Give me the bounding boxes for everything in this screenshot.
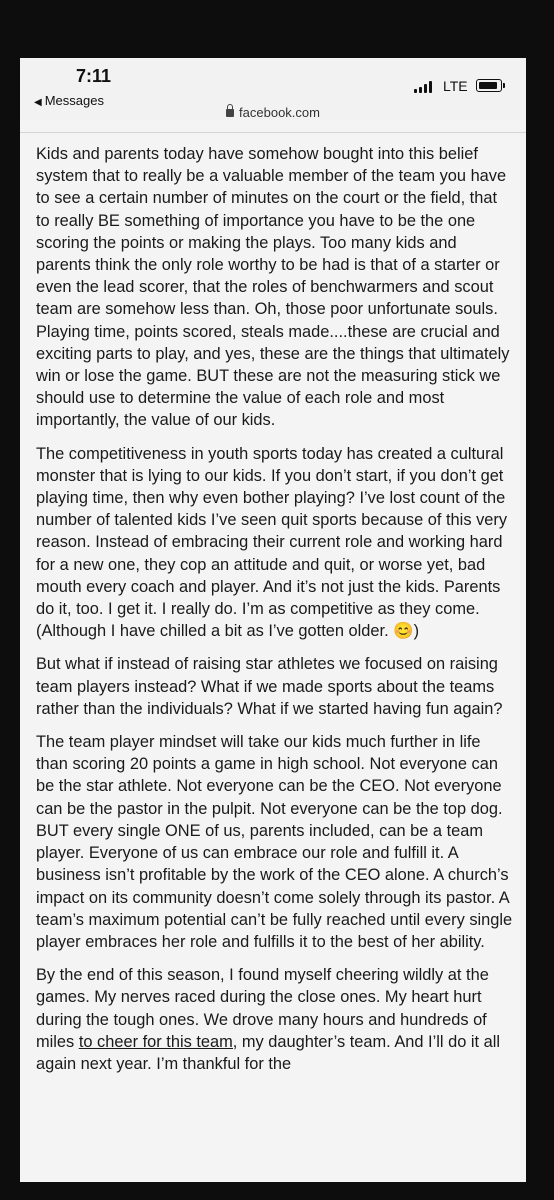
clock: 7:11 bbox=[76, 66, 112, 86]
status-bar: 7:11 ◀ Messages LTE facebook.com bbox=[20, 58, 526, 120]
toolbar-divider bbox=[20, 132, 526, 133]
article-body: Kids and parents today have somehow boug… bbox=[36, 143, 514, 1086]
phone-screen: 7:11 ◀ Messages LTE facebook.com Kids and… bbox=[20, 58, 526, 1182]
signal-strength-icon bbox=[414, 81, 436, 93]
underlined-phrase: to cheer for this team, bbox=[78, 1032, 238, 1051]
paragraph-3: But what if instead of raising star athl… bbox=[36, 655, 503, 718]
url-bar[interactable]: facebook.com bbox=[20, 104, 526, 131]
paragraph-5: By the end of this season, I found mysel… bbox=[36, 964, 514, 1075]
battery-icon bbox=[476, 79, 505, 92]
lock-icon bbox=[226, 104, 235, 117]
url-domain: facebook.com bbox=[239, 105, 320, 120]
phone-frame: 7:11 ◀ Messages LTE facebook.com Kids and… bbox=[0, 0, 554, 1200]
network-type: LTE bbox=[443, 78, 468, 94]
paragraph-2: The competitiveness in youth sports toda… bbox=[36, 444, 508, 641]
paragraph-1: Kids and parents today have somehow boug… bbox=[36, 145, 510, 430]
paragraph-4: The team player mindset will take our ki… bbox=[36, 733, 513, 951]
